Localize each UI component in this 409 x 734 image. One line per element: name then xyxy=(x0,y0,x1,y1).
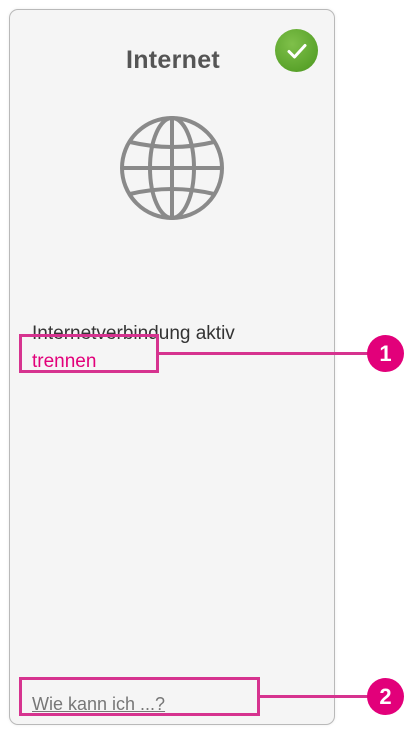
highlight-box-disconnect xyxy=(19,334,159,373)
callout-badge-1: 1 xyxy=(367,335,404,372)
check-icon xyxy=(275,29,318,72)
highlight-box-help xyxy=(19,677,260,716)
callout-connector-1 xyxy=(159,352,371,355)
callout-connector-2 xyxy=(260,695,371,698)
callout-badge-2: 2 xyxy=(367,678,404,715)
globe-icon xyxy=(116,112,228,224)
